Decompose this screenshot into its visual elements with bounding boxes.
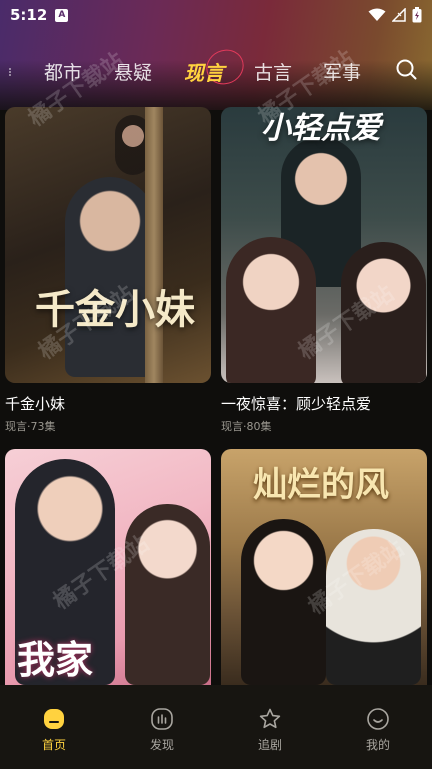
drama-meta: 现言·80集 [221, 420, 272, 433]
tab-xianyan[interactable]: 现言 [184, 57, 224, 86]
drama-meta: 现言·73集 [5, 420, 56, 433]
tab-discover[interactable]: 发现 [108, 685, 216, 769]
tab-label: 追剧 [257, 738, 282, 752]
poster-title: 灿烂的风 [253, 465, 389, 505]
app-notification-icon: A [55, 8, 69, 22]
drama-poster[interactable]: 灿烂的风 [221, 449, 427, 685]
status-bar: 5:12 A [0, 0, 432, 30]
profile-icon [367, 708, 389, 730]
home-icon [44, 709, 64, 729]
tab-label: 首页 [41, 738, 66, 752]
battery-icon [412, 7, 422, 23]
search-icon[interactable] [395, 58, 417, 80]
signal-icon [392, 8, 406, 22]
wifi-icon [368, 8, 386, 21]
drama-card[interactable]: 小轻点爱 一夜惊喜：顾少轻点爱 现言·80集 [221, 107, 427, 434]
tab-label: 发现 [149, 738, 174, 752]
drama-title: 一夜惊喜：顾少轻点爱 [221, 395, 372, 413]
status-time: 5:12 [10, 6, 48, 24]
poster-title: 我家 [17, 637, 94, 682]
status-indicators [368, 7, 422, 23]
drama-card[interactable]: 灿烂的风 [221, 449, 427, 685]
more-dots-icon[interactable] [9, 68, 12, 76]
drama-title: 千金小妹 [5, 395, 66, 413]
tab-follow[interactable]: 追剧 [216, 685, 324, 769]
bottom-tab-bar: 首页 发现 追剧 我的 [0, 685, 432, 769]
tab-profile[interactable]: 我的 [324, 685, 432, 769]
tab-home[interactable]: 首页 [0, 685, 108, 769]
discover-icon [151, 708, 173, 730]
tab-label: 我的 [365, 738, 390, 752]
drama-card[interactable]: 千金小妹 千金小妹 现言·73集 [5, 107, 211, 434]
star-icon [259, 708, 281, 729]
